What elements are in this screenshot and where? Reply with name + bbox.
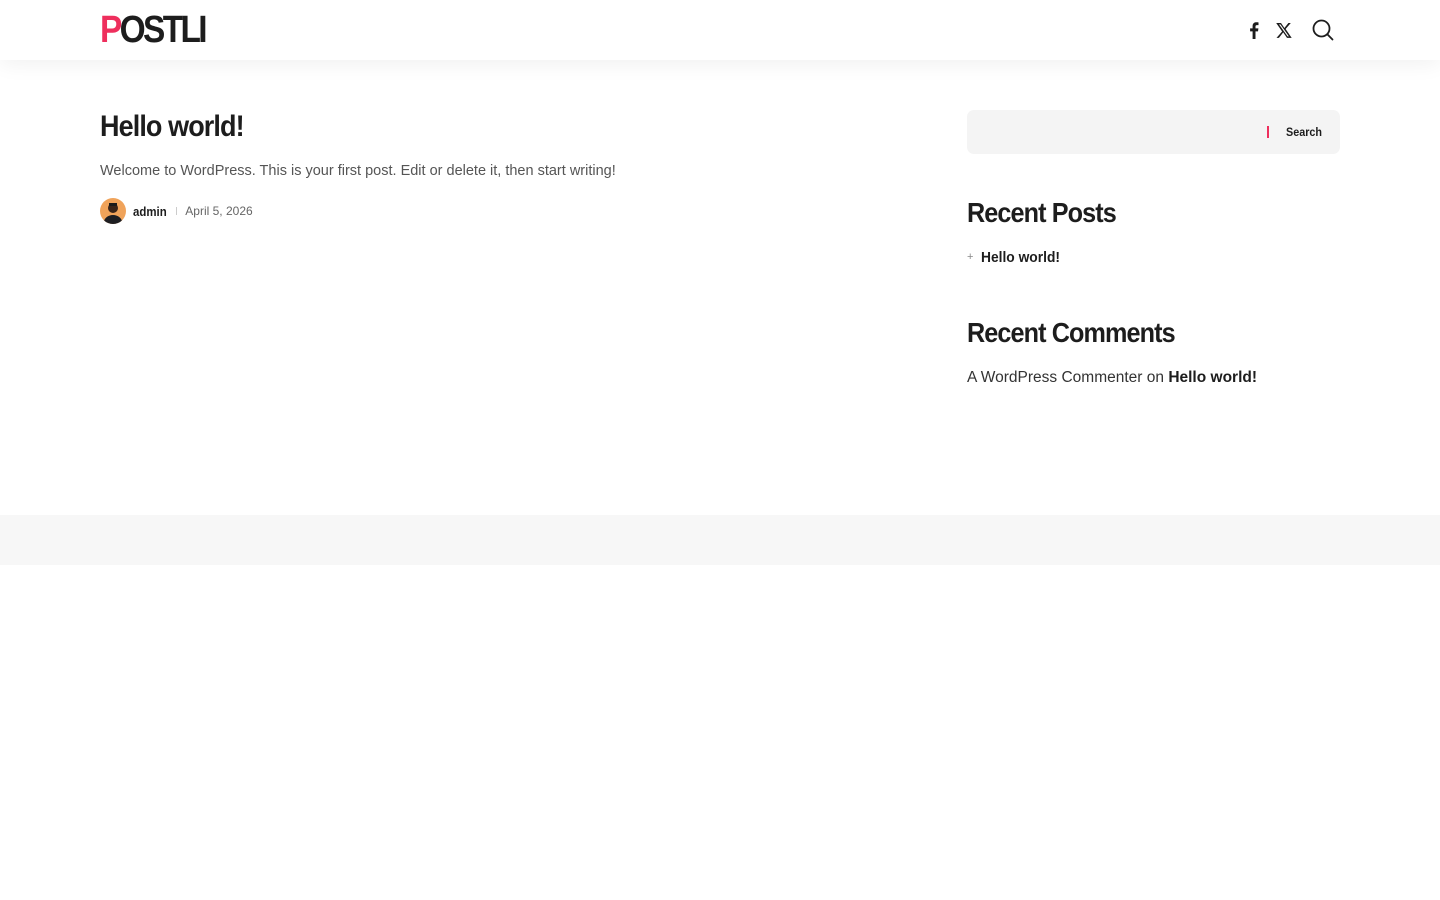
recent-post-link[interactable]: Hello world! [981,249,1060,266]
list-item: + Hello world! [967,246,1340,268]
recent-posts-widget: Recent Posts + Hello world! [967,195,1340,268]
recent-posts-title: Recent Posts [967,197,1117,228]
post-date: April 5, 2026 [185,204,253,218]
comment-author: A WordPress Commenter [967,369,1143,386]
author-avatar[interactable] [100,198,126,224]
search-input[interactable] [967,110,1257,154]
plus-icon: + [967,251,974,263]
search-caret [1267,126,1269,138]
author-name[interactable]: admin [133,204,167,219]
search-button[interactable]: Search [1286,122,1322,142]
recent-comments-title: Recent Comments [967,317,1176,348]
post-title[interactable]: Hello world! [100,108,820,146]
site-logo[interactable]: P OSTLI [100,8,208,51]
post-excerpt: Welcome to WordPress. This is your first… [100,163,616,179]
recent-comments-widget: Recent Comments A WordPress Commenter on… [967,315,1340,389]
comment-connector: on [1146,369,1164,386]
sidebar: Search Recent Posts + Hello world! Recen… [967,110,1340,386]
post-entry: Hello world! Welcome to WordPress. This … [100,108,900,225]
list-item: A WordPress Commenter on Hello world! [967,367,1340,389]
post-meta: admin April 5, 2026 [100,197,900,225]
meta-divider [176,207,178,215]
header-search-icon[interactable] [1310,15,1336,45]
comment-post-link[interactable]: Hello world! [1168,369,1257,386]
recent-posts-list: + Hello world! [967,246,1340,268]
facebook-icon[interactable] [1244,15,1264,45]
footer [0,515,1440,565]
logo-initial: P [100,8,122,51]
header-actions [1244,15,1336,45]
x-twitter-icon[interactable] [1274,15,1294,45]
logo-text: OSTLI [119,8,208,51]
site-header: P OSTLI [0,0,1440,60]
sidebar-search-form: Search [967,110,1340,154]
